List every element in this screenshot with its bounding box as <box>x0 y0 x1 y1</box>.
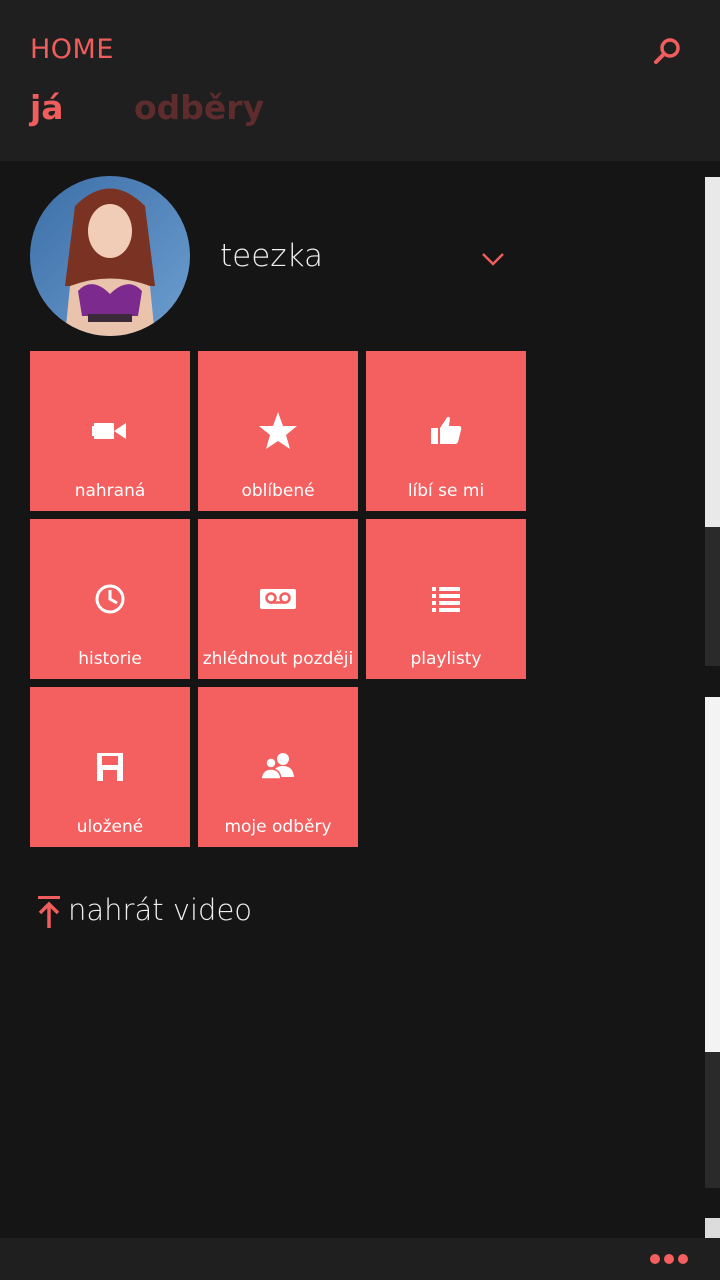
chevron-down-icon <box>482 253 504 266</box>
tile-label: historie <box>78 649 142 669</box>
account-switch-button[interactable] <box>478 250 508 270</box>
next-page-preview <box>705 177 720 527</box>
tab-ja[interactable]: já <box>30 88 64 127</box>
video-camera-icon <box>92 423 126 439</box>
upload-video-label: nahrát video <box>68 893 253 927</box>
tile-favorites[interactable]: oblíbené <box>198 351 358 511</box>
ellipsis-icon <box>678 1254 688 1264</box>
tile-history[interactable]: historie <box>30 519 190 679</box>
next-page-preview <box>705 1052 720 1188</box>
tile-watch-later[interactable]: zhlédnout později <box>198 519 358 679</box>
more-options-button[interactable] <box>646 1252 690 1266</box>
voicemail-icon <box>260 589 296 609</box>
tile-my-subscriptions[interactable]: moje odběry <box>198 687 358 847</box>
tile-label: nahraná <box>74 481 146 501</box>
username: teezka <box>220 238 323 274</box>
tile-label: líbí se mi <box>407 481 485 501</box>
avatar[interactable] <box>30 176 190 336</box>
tile-label: oblíbené <box>241 481 315 501</box>
next-page-preview <box>705 1218 720 1238</box>
tab-odbery[interactable]: odběry <box>134 88 264 127</box>
search-button[interactable] <box>650 34 686 70</box>
tile-label: zhlédnout později <box>202 649 354 669</box>
upload-icon <box>38 896 60 928</box>
next-page-preview <box>705 697 720 1052</box>
tile-saved[interactable]: uložené <box>30 687 190 847</box>
next-page-preview <box>705 527 720 666</box>
tile-label: playlisty <box>410 649 482 669</box>
thumbs-up-icon <box>431 416 462 444</box>
app-title: HOME <box>30 34 114 65</box>
tile-uploaded[interactable]: nahraná <box>30 351 190 511</box>
header: HOME já odběry <box>0 0 720 161</box>
search-icon <box>654 38 680 64</box>
clock-icon <box>95 584 125 614</box>
tile-label: moje odběry <box>224 817 332 837</box>
ellipsis-icon <box>650 1254 660 1264</box>
people-icon <box>260 753 294 780</box>
ellipsis-icon <box>664 1254 674 1264</box>
app-bar <box>0 1238 720 1280</box>
star-icon <box>259 412 297 449</box>
tile-liked[interactable]: líbí se mi <box>366 351 526 511</box>
list-icon <box>432 587 460 612</box>
tile-label: uložené <box>76 817 144 837</box>
floppy-disk-icon <box>97 753 123 781</box>
tile-playlists[interactable]: playlisty <box>366 519 526 679</box>
